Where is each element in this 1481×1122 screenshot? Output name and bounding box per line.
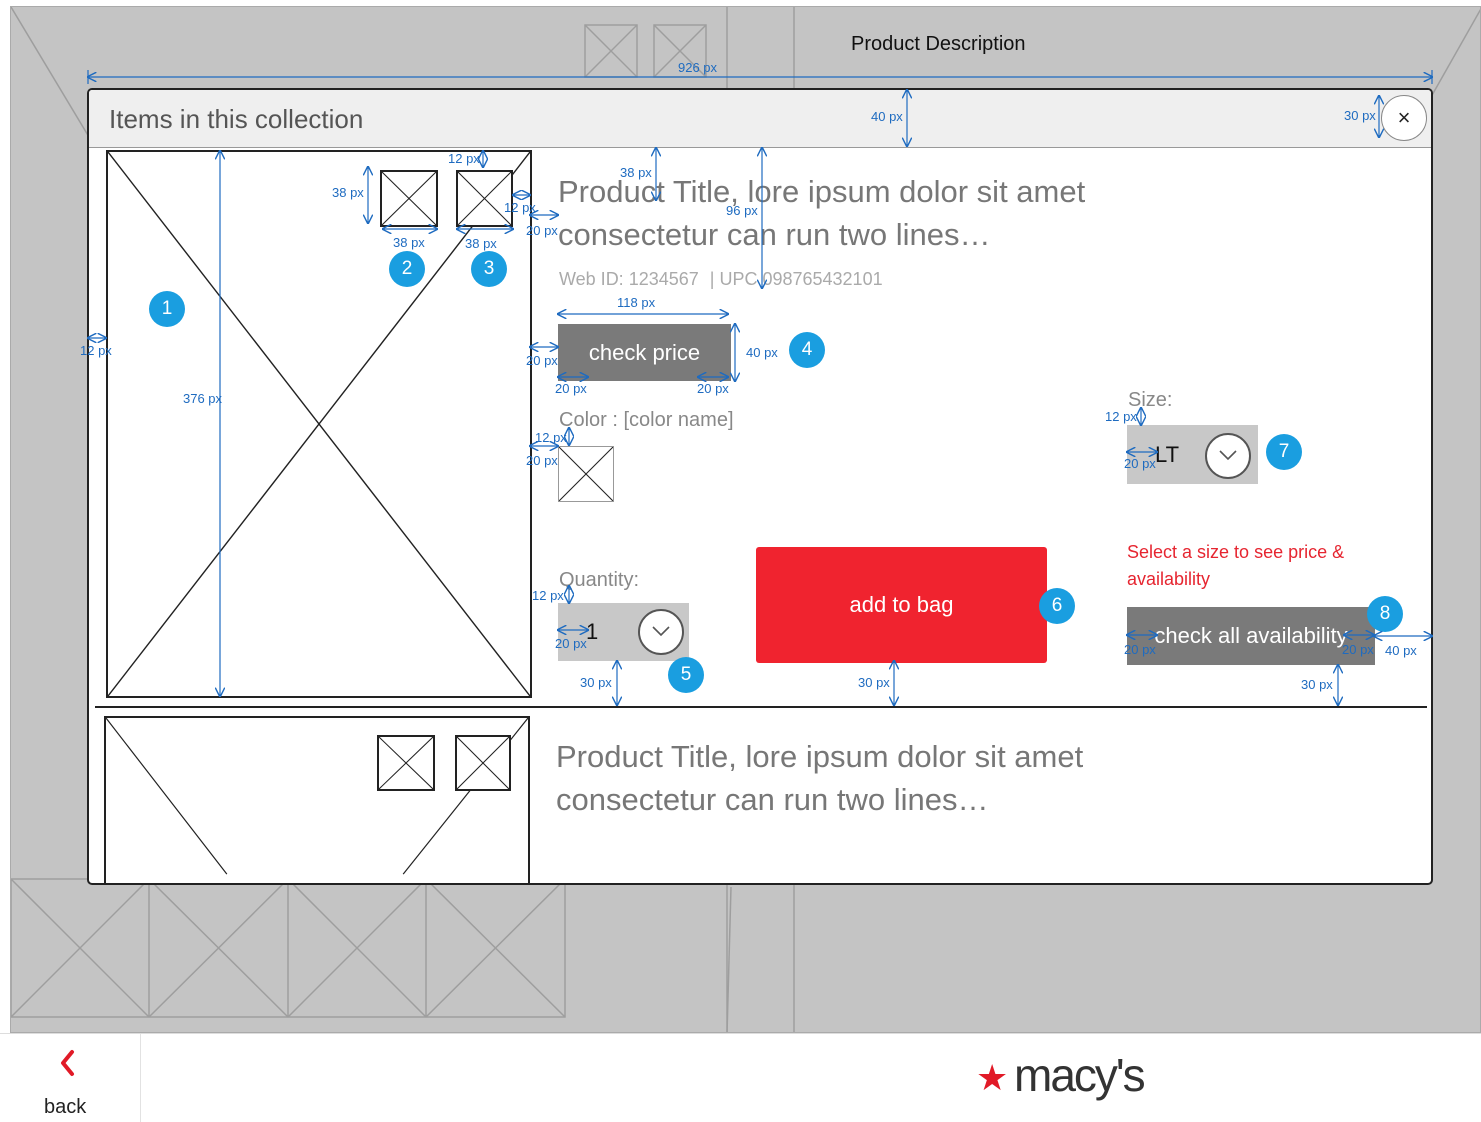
badge-5: 5 <box>668 657 704 693</box>
product-2-thumbnail-1[interactable] <box>377 735 435 791</box>
size-label: Size: <box>1128 389 1173 411</box>
size-warning-text: Select a size to see price & availabilit… <box>1127 542 1345 589</box>
check-price-button[interactable]: check price <box>558 324 731 381</box>
image-placeholder-icon <box>379 737 433 789</box>
check-all-availability-button[interactable]: check all availability <box>1127 607 1375 665</box>
row-divider <box>95 706 1427 708</box>
badge-8: 8 <box>1367 596 1403 632</box>
close-button[interactable]: × <box>1381 95 1427 141</box>
product-2-title[interactable]: Product Title, lore ipsum dolor sit amet… <box>556 735 1216 821</box>
screen: Product Description Items in this collec… <box>0 0 1481 1122</box>
product-title[interactable]: Product Title, lore ipsum dolor sit amet… <box>558 170 1218 256</box>
back-button[interactable]: back <box>20 1044 115 1122</box>
logo-text: macy's <box>1014 1049 1146 1101</box>
back-label: back <box>44 1096 87 1118</box>
product-title-line-2: consectetur can run two lines… <box>558 217 991 252</box>
color-label: Color : [color name] <box>559 409 734 431</box>
chevron-left-icon <box>61 1050 74 1076</box>
color-swatch[interactable] <box>558 446 614 502</box>
size-dropdown[interactable]: LT <box>1127 425 1258 484</box>
image-placeholder-icon <box>457 737 509 789</box>
product-2-thumbnail-2[interactable] <box>455 735 511 791</box>
add-to-bag-button[interactable]: add to bag <box>756 547 1047 663</box>
badge-2: 2 <box>389 251 425 287</box>
product-ids: Web ID: 1234567 | UPC 098765432101 <box>559 269 883 290</box>
product-thumbnail-2[interactable] <box>456 170 513 227</box>
star-icon: ★ <box>976 1057 1009 1098</box>
product-main-image[interactable] <box>106 150 532 698</box>
web-id: Web ID: 1234567 <box>559 269 699 289</box>
badge-1: 1 <box>149 291 185 327</box>
badge-3: 3 <box>471 251 507 287</box>
chevron-down-icon <box>638 609 684 655</box>
badge-4: 4 <box>789 332 825 368</box>
background-page-title: Product Description <box>851 33 1026 55</box>
collection-dialog: Items in this collection × Product Title… <box>87 88 1433 885</box>
badge-6: 6 <box>1039 588 1075 624</box>
quantity-label: Quantity: <box>559 569 640 591</box>
image-placeholder-icon <box>458 172 511 225</box>
image-placeholder-icon <box>382 172 436 225</box>
size-value: LT <box>1155 442 1180 467</box>
upc: | UPC 098765432101 <box>709 269 883 289</box>
swatch-placeholder-icon <box>559 447 613 501</box>
product-2-title-line-2: consectetur can run two lines… <box>556 782 989 817</box>
image-placeholder-icon <box>108 152 530 696</box>
product-2-title-line-1: Product Title, lore ipsum dolor sit amet <box>556 739 1084 774</box>
product-title-line-1: Product Title, lore ipsum dolor sit amet <box>558 174 1086 209</box>
dialog-title: Items in this collection <box>109 104 364 134</box>
macys-logo: ★ macy's <box>976 1052 1156 1102</box>
bottom-navigation-bar: back ★ macy's <box>0 1033 1481 1122</box>
chevron-down-icon <box>1205 433 1251 479</box>
dialog-header: Items in this collection × <box>89 90 1431 148</box>
product-thumbnail-1[interactable] <box>380 170 438 227</box>
badge-7: 7 <box>1266 434 1302 470</box>
quantity-value: 1 <box>586 619 599 644</box>
bar-divider <box>140 1034 141 1122</box>
quantity-dropdown[interactable]: 1 <box>558 603 689 661</box>
